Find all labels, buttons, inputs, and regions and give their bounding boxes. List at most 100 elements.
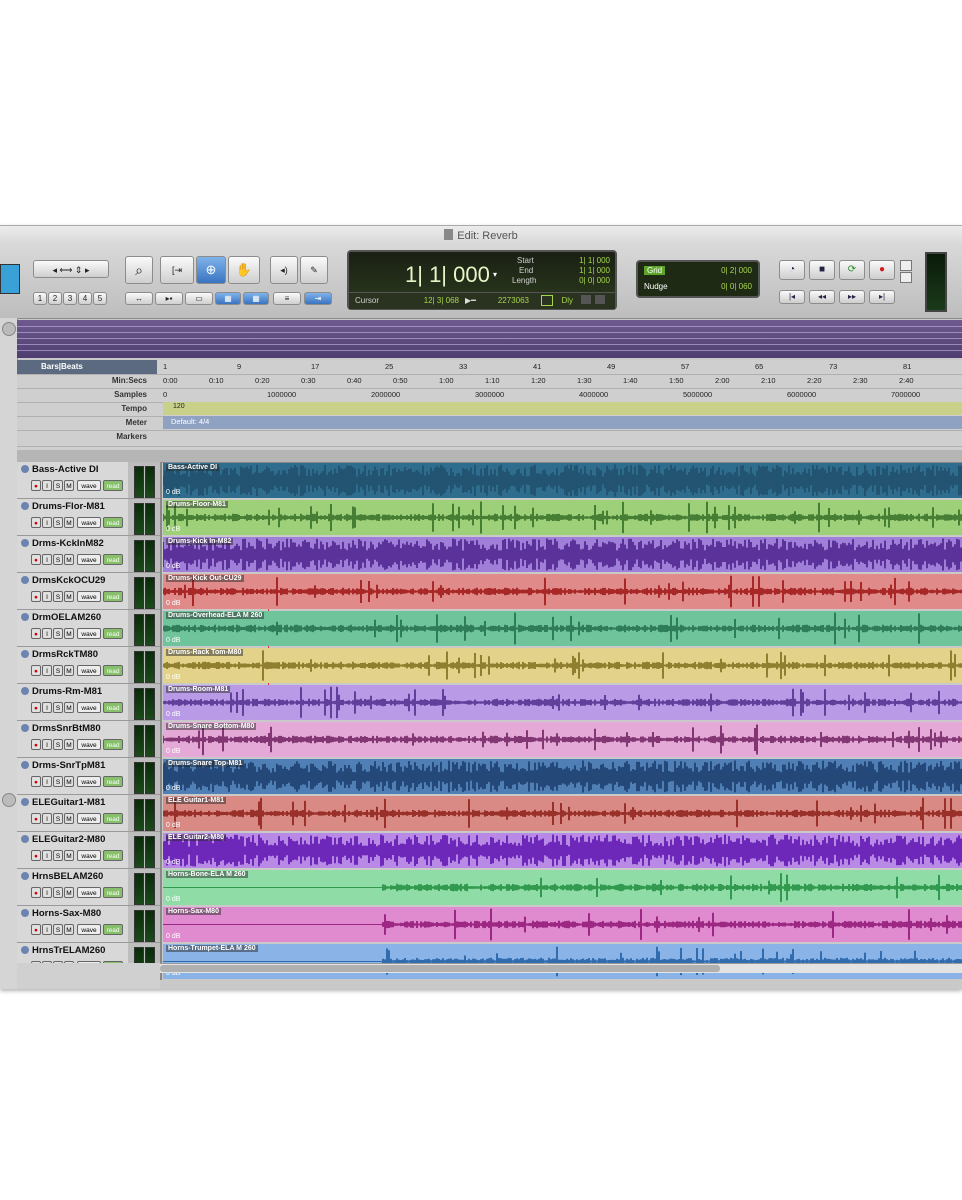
record-enable-button[interactable]: ● — [31, 924, 41, 935]
rewind-button[interactable]: ◂◂ — [809, 290, 835, 304]
solo-button[interactable]: S — [53, 739, 63, 750]
mute-button[interactable]: M — [64, 887, 74, 898]
record-enable-button[interactable]: ● — [31, 813, 41, 824]
track-row[interactable]: Drms-KckInM82 ● I S Mwave read Drums-Kick In-M… — [17, 536, 962, 573]
record-enable-button[interactable]: ● — [31, 776, 41, 787]
track-row[interactable]: ELEGuitar1-M81 ● I S Mwave read ELE Guitar1-M8… — [17, 795, 962, 832]
mute-button[interactable]: M — [64, 776, 74, 787]
audio-clip[interactable]: Bass-Active DI 0 dB — [163, 463, 962, 498]
selector-tool-icon[interactable]: ⊕ — [196, 256, 226, 284]
track-name[interactable]: Drms-SnrTpM81 — [32, 760, 105, 771]
track-name[interactable]: ELEGuitar2-M80 — [32, 834, 105, 845]
scrubber-tool-icon[interactable]: ◂) — [270, 256, 298, 284]
transport-small-1[interactable] — [900, 260, 912, 271]
zoom-preset-1[interactable]: 1 — [33, 292, 47, 305]
track-view-selector[interactable]: wave — [77, 591, 101, 602]
solo-button[interactable]: S — [53, 591, 63, 602]
mute-button[interactable]: M — [64, 665, 74, 676]
samples-ruler[interactable]: Samples 0 1000000 2000000 3000000 4000000 500… — [17, 388, 962, 403]
track-view-selector[interactable]: wave — [77, 480, 101, 491]
mute-button[interactable]: M — [64, 554, 74, 565]
markers-ruler[interactable]: Markers — [17, 430, 962, 447]
track-select-icon[interactable] — [21, 613, 29, 621]
zoom-preset-5[interactable]: 5 — [93, 292, 107, 305]
input-monitor-button[interactable]: I — [42, 702, 52, 713]
record-button[interactable]: ● — [869, 260, 895, 280]
solo-button[interactable]: S — [53, 702, 63, 713]
loop-play-button[interactable]: ⟳ — [839, 260, 865, 280]
automation-mode-selector[interactable]: read — [103, 702, 123, 713]
end-value[interactable]: 1| 1| 000 — [564, 266, 610, 275]
track-view-selector[interactable]: wave — [77, 924, 101, 935]
audio-clip[interactable]: Drums-Room-M81 0 dB — [163, 685, 962, 720]
record-enable-button[interactable]: ● — [31, 517, 41, 528]
tempo-lane[interactable]: 120 — [163, 402, 962, 415]
transport-small-2[interactable] — [900, 272, 912, 283]
meter-lane[interactable]: Default: 4/4 — [163, 416, 962, 429]
track-row[interactable]: Drms-SnrTpM81 ● I S Mwave read Drums-Snare Top… — [17, 758, 962, 795]
track-row[interactable]: Drums-Rm-M81 ● I S Mwave read Drums-Room-M81 0 … — [17, 684, 962, 721]
sync-box-2[interactable] — [595, 295, 605, 304]
mute-button[interactable]: M — [64, 517, 74, 528]
audio-clip[interactable]: Drums-Overhead-ELA M 260 0 dB — [163, 611, 962, 646]
solo-button[interactable]: S — [53, 924, 63, 935]
automation-mode-selector[interactable]: read — [103, 813, 123, 824]
track-view-selector[interactable]: wave — [77, 628, 101, 639]
automation-mode-selector[interactable]: read — [103, 517, 123, 528]
solo-button[interactable]: S — [53, 887, 63, 898]
record-enable-button[interactable]: ● — [31, 628, 41, 639]
track-row[interactable]: DrmsKckOCU29 ● I S Mwave read Drums-Kick Out-C… — [17, 573, 962, 610]
input-monitor-button[interactable]: I — [42, 628, 52, 639]
track-select-icon[interactable] — [21, 872, 29, 880]
track-select-icon[interactable] — [21, 650, 29, 658]
track-view-selector[interactable]: wave — [77, 554, 101, 565]
horizontal-scrollbar[interactable] — [160, 963, 962, 973]
fast-forward-button[interactable]: ▸▸ — [839, 290, 865, 304]
mute-button[interactable]: M — [64, 702, 74, 713]
automation-mode-selector[interactable]: read — [103, 628, 123, 639]
solo-button[interactable]: S — [53, 628, 63, 639]
input-monitor-button[interactable]: I — [42, 924, 52, 935]
automation-mode-selector[interactable]: read — [103, 776, 123, 787]
solo-button[interactable]: S — [53, 480, 63, 491]
track-select-icon[interactable] — [21, 687, 29, 695]
input-monitor-button[interactable]: I — [42, 665, 52, 676]
track-view-selector[interactable]: wave — [77, 776, 101, 787]
mute-button[interactable]: M — [64, 480, 74, 491]
record-enable-button[interactable]: ● — [31, 739, 41, 750]
trim-tool-icon[interactable]: [⇥ — [160, 256, 194, 284]
scroll-top-icon[interactable] — [2, 322, 16, 336]
track-view-selector[interactable]: wave — [77, 887, 101, 898]
track-name[interactable]: Horns-Sax-M80 — [32, 908, 101, 919]
mode-display[interactable] — [0, 264, 20, 294]
mute-button[interactable]: M — [64, 739, 74, 750]
audio-clip[interactable]: Drums-Snare Bottom-M80 0 dB — [163, 722, 962, 757]
online-icon[interactable]: ◔ — [779, 260, 805, 280]
automation-mode-selector[interactable]: read — [103, 739, 123, 750]
track-select-icon[interactable] — [21, 724, 29, 732]
input-monitor-button[interactable]: I — [42, 591, 52, 602]
zoom-preset-2[interactable]: 2 — [48, 292, 62, 305]
scroll-mid-icon[interactable] — [2, 793, 16, 807]
input-monitor-button[interactable]: I — [42, 813, 52, 824]
record-enable-button[interactable]: ● — [31, 591, 41, 602]
mute-button[interactable]: M — [64, 813, 74, 824]
track-view-selector[interactable]: wave — [77, 813, 101, 824]
scroll-thumb[interactable] — [160, 965, 720, 972]
grabber-tool-icon[interactable]: ✋ — [228, 256, 260, 284]
return-to-zero-button[interactable]: |◂ — [779, 290, 805, 304]
track-name[interactable]: Drums-Flor-M81 — [32, 501, 105, 512]
track-row[interactable]: DrmOELAM260 ● I S Mwave read Drums-Overhead-EL… — [17, 610, 962, 647]
track-select-icon[interactable] — [21, 576, 29, 584]
automation-mode-selector[interactable]: read — [103, 924, 123, 935]
input-monitor-button[interactable]: I — [42, 554, 52, 565]
mute-button[interactable]: M — [64, 850, 74, 861]
solo-button[interactable]: S — [53, 517, 63, 528]
track-view-selector[interactable]: wave — [77, 850, 101, 861]
track-name[interactable]: HrnsTrELAM260 — [32, 945, 105, 956]
audio-clip[interactable]: Horns-Trumpet-ELA M 260 0 dB — [163, 944, 962, 979]
track-select-icon[interactable] — [21, 539, 29, 547]
track-select-icon[interactable] — [21, 465, 29, 473]
grid-mode-button[interactable]: ▦ — [215, 292, 241, 305]
track-row[interactable]: Horns-Sax-M80 ● I S Mwave read Horns-Sax-M80 0 … — [17, 906, 962, 943]
